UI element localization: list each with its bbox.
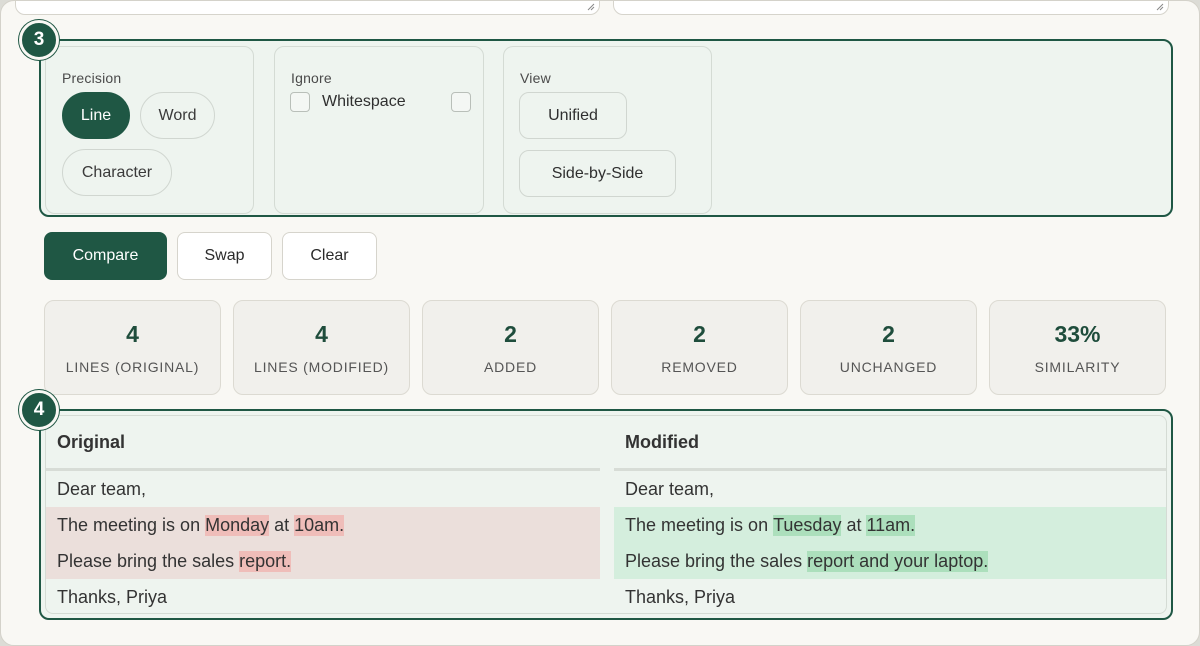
precision-character-button[interactable]: Character: [62, 149, 172, 196]
line-text: Dear team,: [57, 478, 147, 499]
stat-label: LINES (MODIFIED): [254, 359, 389, 375]
step-badge-results: 4: [19, 390, 59, 430]
original-line: Dear team,: [46, 471, 600, 507]
diff-table: Original Dear team, The meeting is on Mon…: [45, 415, 1167, 614]
line-text: at: [269, 514, 295, 535]
ignore-title: Ignore: [291, 70, 332, 86]
original-lines: Dear team, The meeting is on Monday at 10…: [46, 471, 600, 613]
stat-label: UNCHANGED: [839, 359, 938, 375]
precision-line-button[interactable]: Line: [62, 92, 130, 139]
stat-value: 33%: [1054, 321, 1101, 347]
modified-column: Modified Dear team, The meeting is on Tue…: [614, 416, 1166, 613]
modified-text-input[interactable]: [613, 1, 1169, 15]
modified-lines: Dear team, The meeting is on Tuesday at 1…: [614, 471, 1166, 613]
ignore-whitespace-checkbox[interactable]: Whitespace: [290, 92, 406, 112]
stat-card-added: 2 ADDED: [422, 300, 599, 395]
precision-group: Precision Line Word Character: [45, 46, 254, 214]
view-group: View Unified Side-by-Side: [503, 46, 712, 214]
modified-line: Please bring the sales report and your l…: [614, 543, 1166, 579]
line-text: Thanks, Priya: [57, 586, 168, 607]
original-line: Thanks, Priya: [46, 579, 600, 613]
swap-button[interactable]: Swap: [177, 232, 272, 280]
checkbox-box[interactable]: [290, 92, 310, 112]
original-text-input[interactable]: [15, 1, 600, 15]
stat-card-similarity: 33% SIMILARITY: [989, 300, 1166, 395]
view-side-by-side-button[interactable]: Side-by-Side: [519, 150, 676, 197]
options-section: Precision Line Word Character Ignore Whi…: [39, 39, 1173, 217]
resize-grip-icon[interactable]: [585, 1, 595, 11]
stat-label: LINES (ORIGINAL): [65, 359, 200, 375]
stat-value: 2: [504, 321, 517, 347]
ignore-case-label: Ca: [483, 93, 484, 111]
ignore-whitespace-label: Whitespace: [322, 93, 406, 110]
diff-result-section: Original Dear team, The meeting is on Mon…: [39, 409, 1173, 620]
line-text: at: [841, 514, 867, 535]
original-column-header: Original: [46, 416, 600, 471]
stat-label: ADDED: [483, 359, 537, 375]
step-badge-options: 3: [19, 20, 59, 60]
checkbox-box[interactable]: [451, 92, 471, 112]
added-text: report and your laptop.: [807, 550, 989, 572]
ignore-case-checkbox[interactable]: Ca: [451, 92, 484, 112]
stat-value: 4: [126, 321, 139, 347]
diff-tool-window: 3 Precision Line Word Character Ignore W…: [0, 0, 1200, 646]
precision-title: Precision: [62, 70, 122, 86]
modified-line: The meeting is on Tuesday at 11am.: [614, 507, 1166, 543]
stat-label: REMOVED: [661, 359, 738, 375]
ignore-group: Ignore Whitespace Ca: [274, 46, 484, 214]
stat-card-lines-modified: 4 LINES (MODIFIED): [233, 300, 410, 395]
compare-button[interactable]: Compare: [44, 232, 167, 280]
stat-card-removed: 2 REMOVED: [611, 300, 788, 395]
stat-value: 2: [882, 321, 895, 347]
stat-card-lines-original: 4 LINES (ORIGINAL): [44, 300, 221, 395]
original-column: Original Dear team, The meeting is on Mon…: [46, 416, 600, 613]
stat-value: 4: [315, 321, 328, 347]
modified-line: Dear team,: [614, 471, 1166, 507]
added-text: 11am.: [866, 514, 916, 536]
clear-button[interactable]: Clear: [282, 232, 377, 280]
modified-column-header: Modified: [614, 416, 1166, 471]
stat-value: 2: [693, 321, 706, 347]
resize-grip-icon[interactable]: [1154, 1, 1164, 11]
line-text: Please bring the sales: [57, 550, 240, 571]
removed-text: report.: [239, 550, 292, 572]
removed-text: Monday: [205, 514, 270, 536]
modified-line: Thanks, Priya: [614, 579, 1166, 613]
line-text: Please bring the sales: [625, 550, 808, 571]
view-unified-button[interactable]: Unified: [519, 92, 627, 139]
line-text: The meeting is on: [57, 514, 206, 535]
removed-text: 10am.: [294, 514, 345, 536]
line-text: The meeting is on: [625, 514, 774, 535]
line-text: Thanks, Priya: [625, 586, 736, 607]
view-title: View: [520, 70, 551, 86]
precision-word-button[interactable]: Word: [140, 92, 215, 139]
line-text: Dear team,: [625, 478, 715, 499]
original-line: Please bring the sales report.: [46, 543, 600, 579]
stat-card-unchanged: 2 UNCHANGED: [800, 300, 977, 395]
original-line: The meeting is on Monday at 10am.: [46, 507, 600, 543]
added-text: Tuesday: [773, 514, 842, 536]
stat-label: SIMILARITY: [1034, 359, 1121, 375]
